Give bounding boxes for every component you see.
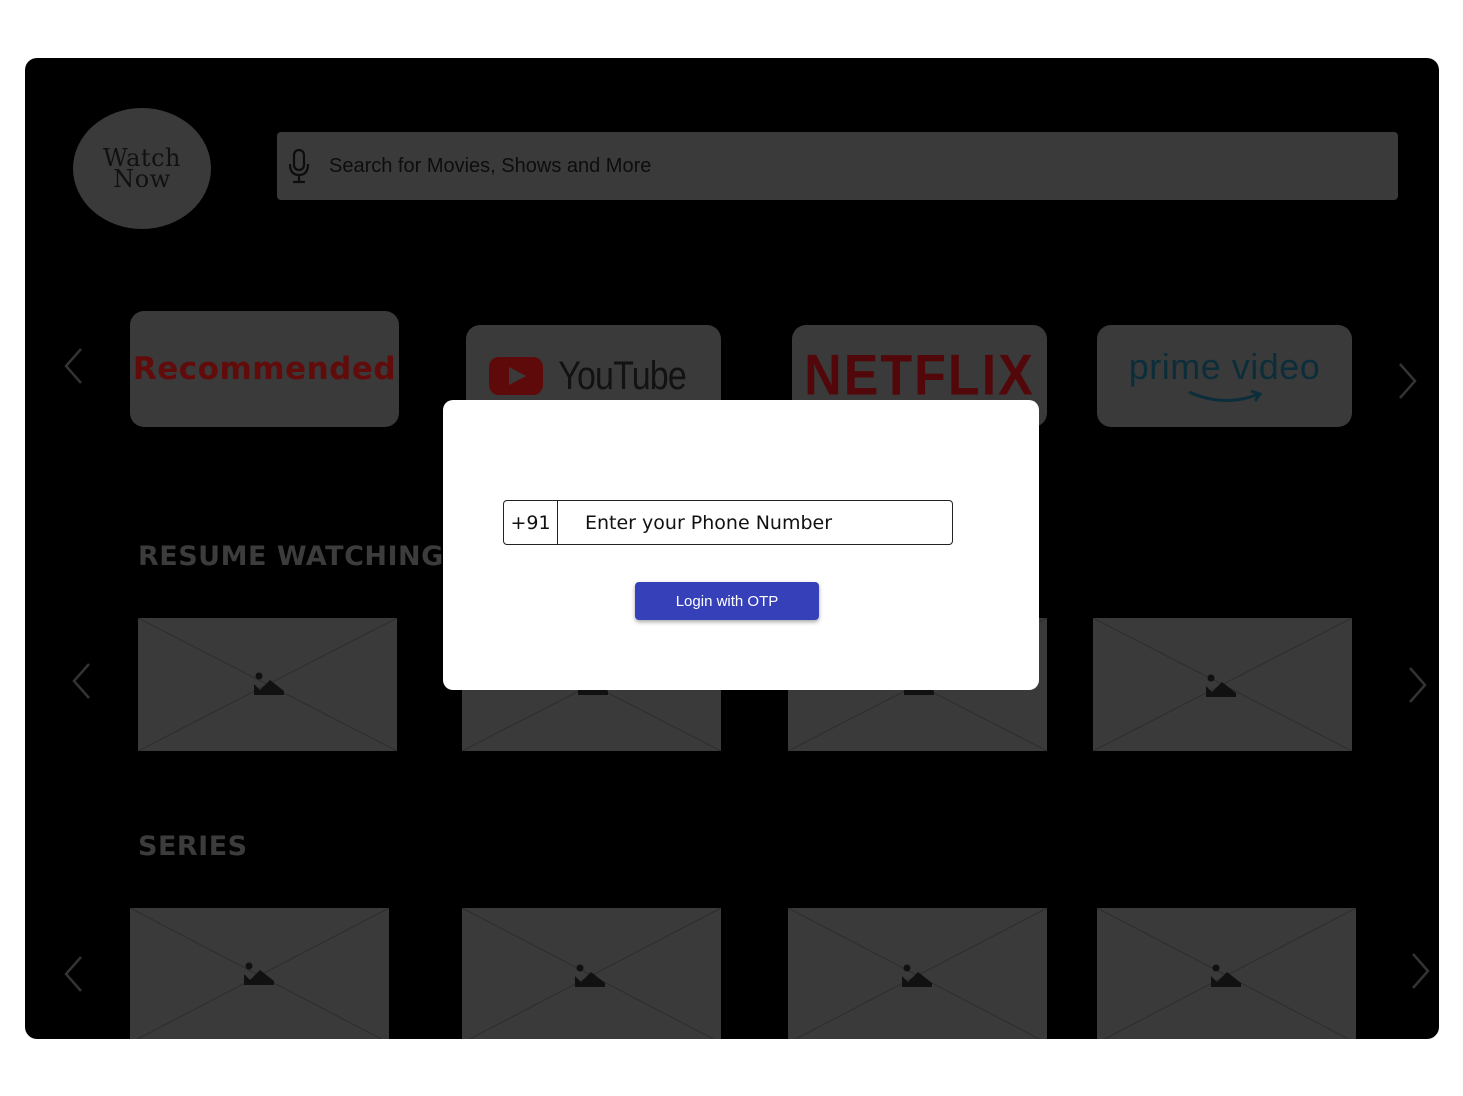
prime-video-label: prime video — [1128, 346, 1321, 387]
chevron-left-icon[interactable] — [61, 954, 85, 994]
image-placeholder-icon — [244, 962, 274, 985]
login-with-otp-button[interactable]: Login with OTP — [635, 582, 819, 620]
login-modal: +91 Login with OTP — [443, 400, 1039, 690]
chevron-left-icon[interactable] — [61, 346, 85, 386]
chevron-right-icon[interactable] — [1409, 951, 1433, 991]
image-placeholder-icon — [1206, 674, 1236, 697]
country-code-value: +91 — [510, 511, 551, 534]
chevron-right-icon[interactable] — [1396, 361, 1420, 401]
image-placeholder-icon — [902, 964, 932, 987]
series-heading: SERIES — [138, 831, 248, 862]
youtube-play-icon — [489, 357, 544, 395]
chevron-left-icon[interactable] — [69, 661, 93, 701]
resume-thumbnail[interactable] — [1093, 618, 1352, 751]
search-bar[interactable]: Search for Movies, Shows and More — [277, 132, 1398, 200]
mic-icon[interactable] — [287, 148, 311, 184]
youtube-label: YouTube — [558, 353, 688, 398]
resume-thumbnail[interactable] — [138, 618, 397, 751]
logo-line-2: Now — [113, 164, 171, 193]
country-code[interactable]: +91 — [504, 501, 558, 544]
resume-watching-heading: RESUME WATCHING — [138, 541, 444, 572]
chevron-right-icon[interactable] — [1406, 665, 1430, 705]
search-placeholder[interactable]: Search for Movies, Shows and More — [329, 155, 651, 178]
image-placeholder-icon — [254, 672, 284, 695]
provider-prime-video[interactable]: prime video — [1097, 325, 1352, 427]
series-thumbnail[interactable] — [130, 908, 389, 1039]
provider-recommended[interactable]: Recommended — [130, 311, 399, 427]
recommended-label: Recommended — [132, 351, 397, 387]
prime-smile-icon — [1187, 389, 1262, 403]
image-placeholder-icon — [1211, 964, 1241, 987]
image-placeholder-icon — [575, 964, 605, 987]
phone-field[interactable]: +91 — [503, 500, 953, 545]
phone-number-input[interactable] — [558, 501, 952, 544]
series-thumbnail[interactable] — [462, 908, 721, 1039]
watch-now-logo[interactable]: Watch Now — [73, 108, 211, 229]
series-thumbnail[interactable] — [1097, 908, 1356, 1039]
series-thumbnail[interactable] — [788, 908, 1047, 1039]
